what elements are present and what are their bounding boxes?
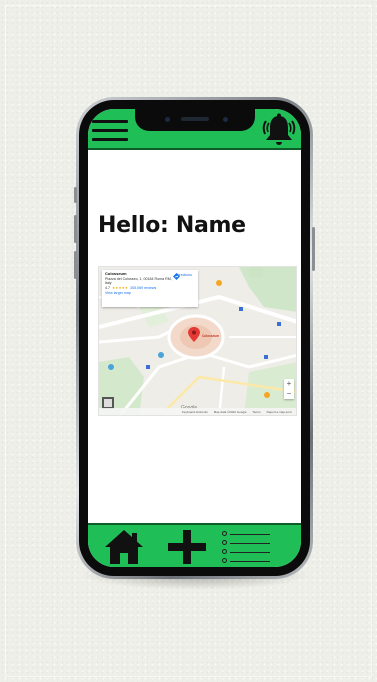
speaker-grille [180,117,209,121]
map-data-attribution: Map data ©2022 Google [213,410,247,414]
app-screen: Hello: Name Colosseum Colosseum Piazza d… [88,109,301,567]
phone-volume-up [74,215,77,243]
phone-notch [134,109,255,131]
terms-link[interactable]: Terms [252,410,260,414]
phone-side-button [74,187,77,203]
sensor-icon [222,117,228,122]
zoom-out-button[interactable]: − [284,389,294,399]
phone-frame: Hello: Name Colosseum Colosseum Piazza d… [74,97,315,579]
map-embed[interactable]: Colosseum Colosseum Piazza del Colosseo,… [98,266,297,416]
directions-button[interactable]: Directions [173,273,195,280]
home-icon[interactable] [104,529,144,565]
place-rating-row: 4.7 ★★★★★ 305,069 reviews [105,286,195,291]
map-place-card: Colosseum Piazza del Colosseo, 1, 00184 … [102,270,198,307]
view-larger-map-link[interactable]: View larger map [105,291,195,296]
zoom-in-button[interactable]: + [284,379,294,389]
directions-icon [173,273,180,280]
phone-bezel: Hello: Name Colosseum Colosseum Piazza d… [79,100,310,576]
hamburger-menu-icon[interactable] [92,118,128,144]
phone-volume-down [74,251,77,279]
greeting-title: Hello: Name [98,213,246,238]
map-attribution-bar: Keyboard shortcuts Map data ©2022 Google… [99,408,296,415]
plus-icon[interactable] [166,529,208,565]
zoom-controls: + − [284,379,294,399]
map-marker-label: Colosseum [202,334,220,338]
rating-value: 4.7 [105,285,110,290]
keyboard-shortcuts-link[interactable]: Keyboard shortcuts [182,410,208,414]
phone-power-button [312,227,315,271]
report-map-error-link[interactable]: Report a map error [267,410,292,414]
rating-stars: ★★★★★ [112,285,129,290]
reviews-link[interactable]: 305,069 reviews [130,286,156,291]
place-address: Piazza del Colosseo, 1, 00184 Roma RM, I… [105,276,172,286]
list-icon[interactable] [222,529,272,565]
ringing-bell-icon[interactable] [260,112,298,148]
camera-icon [164,117,170,122]
bottom-nav [88,523,301,567]
